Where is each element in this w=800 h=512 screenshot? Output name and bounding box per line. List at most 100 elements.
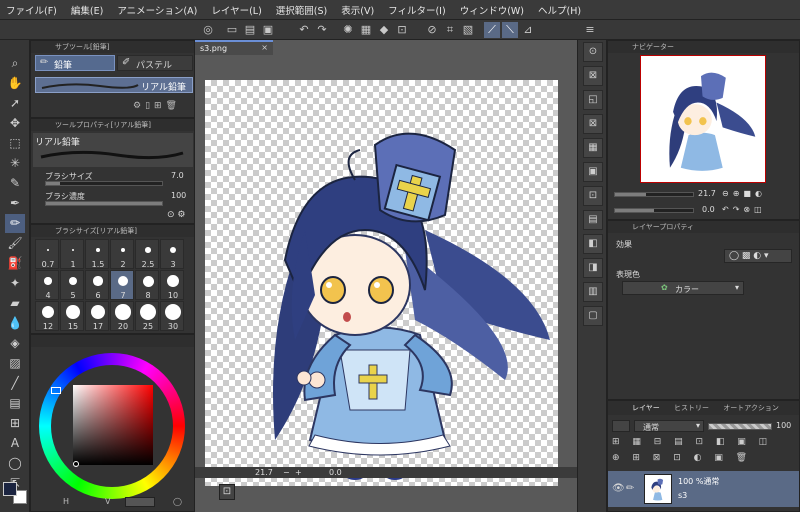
crop-icon[interactable]: ⌗ <box>442 22 458 38</box>
snap-grid-icon[interactable]: ⊿ <box>520 22 536 38</box>
brush-size-cell[interactable]: 1 <box>60 239 84 269</box>
color-controls[interactable]: H V ◯ <box>33 497 194 509</box>
brush-tool-icon[interactable]: 🖌 <box>5 234 25 253</box>
selection-tool-icon[interactable]: ⬚ <box>5 134 25 153</box>
open-file-icon[interactable]: ▤ <box>242 22 258 38</box>
panel-menu-icon[interactable]: ≡ <box>582 22 598 38</box>
transform-icon[interactable]: ⊡ <box>394 22 410 38</box>
zoom-in-icon[interactable]: + <box>295 468 302 477</box>
new-file-icon[interactable]: ▭ <box>224 22 240 38</box>
expression-color-select[interactable]: ✿ カラー ▾ <box>622 281 744 295</box>
tool-settings-icon[interactable]: ⊙ ⚙ <box>167 210 185 220</box>
document-tab[interactable]: s3.png × <box>195 40 273 55</box>
brush-size-cell[interactable]: 2 <box>110 239 134 269</box>
search-icon[interactable]: ⊙ <box>583 42 603 62</box>
brush-size-cell[interactable]: 1.5 <box>85 239 109 269</box>
saturation-value-square[interactable] <box>73 385 153 465</box>
decoration-tool-icon[interactable]: ✦ <box>5 274 25 293</box>
brush-size-cell[interactable]: 12 <box>35 301 59 331</box>
color-mode-icon[interactable]: ◯ <box>173 497 182 506</box>
pen-tool-icon[interactable]: ✒ <box>5 194 25 213</box>
navigator-angle-value[interactable]: 0.0 <box>702 205 715 214</box>
subtool-tab-pastel[interactable]: ✐ パステル <box>117 55 193 71</box>
angle-readout[interactable]: 0.0 <box>329 468 342 477</box>
brush-item-real-pencil[interactable]: リアル鉛筆 <box>35 77 193 93</box>
text-tool-icon[interactable]: A <box>5 434 25 453</box>
brush-size-cell[interactable]: 2.5 <box>135 239 159 269</box>
layer-toolbar[interactable]: ⊞ ▦ ⊟ ▤ ⊡ ◧ ▣ ◫ <box>612 437 796 451</box>
figure-tool-icon[interactable]: ╱ <box>5 374 25 393</box>
save-icon[interactable]: ▣ <box>260 22 276 38</box>
auto-select-tool-icon[interactable]: ✳ <box>5 154 25 173</box>
brush-size-cell[interactable]: 5 <box>60 270 84 300</box>
action-icon-6[interactable]: ⊡ <box>583 186 603 206</box>
brush-size-cell[interactable]: 20 <box>110 301 134 331</box>
tab-auto-action[interactable]: オートアクション <box>723 404 779 412</box>
airbrush-tool-icon[interactable]: ⛽ <box>5 254 25 273</box>
color-value-field[interactable] <box>125 497 155 507</box>
ruler-tool-icon[interactable]: ⊞ <box>5 414 25 433</box>
menu-edit[interactable]: 編集(E) <box>71 3 103 17</box>
brush-size-cell[interactable]: 6 <box>85 270 109 300</box>
opacity-slider[interactable] <box>708 423 772 430</box>
close-tab-icon[interactable]: × <box>261 43 268 52</box>
navigator-rotate-buttons[interactable]: ↶↷⊗◫ <box>722 205 766 214</box>
brush-size-cell[interactable]: 17 <box>85 301 109 331</box>
brush-density-value[interactable]: 100 <box>171 191 186 200</box>
action-icon-4[interactable]: ▦ <box>583 138 603 158</box>
layer-color-icon[interactable] <box>612 420 630 432</box>
menu-filter[interactable]: フィルター(I) <box>388 3 446 17</box>
brush-size-cell[interactable]: 7 <box>110 270 134 300</box>
menu-layer[interactable]: レイヤー(L) <box>211 3 261 17</box>
layer-row[interactable]: 👁 ✏ 100 %通常 s3 <box>608 471 799 507</box>
deselect-icon[interactable]: ⊘ <box>424 22 440 38</box>
navigator-rotate-slider[interactable] <box>614 208 694 213</box>
canvas-nav-icon[interactable]: ⊡ <box>219 484 235 500</box>
gradient-tool-icon[interactable]: ▨ <box>5 354 25 373</box>
undo-icon[interactable]: ↶ <box>296 22 312 38</box>
hsv-icon[interactable]: H <box>63 497 69 506</box>
brush-size-cell[interactable]: 30 <box>160 301 184 331</box>
hsv-value-icon[interactable]: V <box>105 497 110 506</box>
navigator-zoom-slider[interactable] <box>614 192 694 197</box>
brush-size-cell[interactable]: 4 <box>35 270 59 300</box>
erase-icon[interactable]: ▦ <box>358 22 374 38</box>
visibility-eye-icon[interactable]: 👁 <box>612 483 625 494</box>
menu-window[interactable]: ウィンドウ(W) <box>460 3 524 17</box>
effect-buttons[interactable]: ◯ ▩ ◐ ▾ <box>724 249 792 263</box>
fill-tool-icon[interactable]: ◈ <box>5 334 25 353</box>
tab-history[interactable]: ヒストリー <box>674 404 709 412</box>
brush-size-cell[interactable]: 8 <box>135 270 159 300</box>
navigator-zoom-value[interactable]: 21.7 <box>698 189 716 198</box>
blend-tool-icon[interactable]: 💧 <box>5 314 25 333</box>
zoom-out-icon[interactable]: − <box>283 468 290 477</box>
action-icon-9[interactable]: ◨ <box>583 258 603 278</box>
action-icon-8[interactable]: ◧ <box>583 234 603 254</box>
brush-size-cell[interactable]: 0.7 <box>35 239 59 269</box>
subtool-actions[interactable]: ⚙▯⊞🗑 <box>133 101 193 113</box>
pencil-tool-icon[interactable]: ✏ <box>5 214 25 233</box>
brush-size-value[interactable]: 7.0 <box>171 171 184 180</box>
redo-icon[interactable]: ↷ <box>314 22 330 38</box>
blend-mode-select[interactable]: 通常 ▾ <box>634 420 704 432</box>
snap-special-icon[interactable]: ⟍ <box>502 22 518 38</box>
frame-tool-icon[interactable]: ▤ <box>5 394 25 413</box>
menu-help[interactable]: ヘルプ(H) <box>538 3 581 17</box>
navigator-preview[interactable] <box>640 55 766 183</box>
brush-size-cell[interactable]: 15 <box>60 301 84 331</box>
action-icon-7[interactable]: ▤ <box>583 210 603 230</box>
balloon-tool-icon[interactable]: ◯ <box>5 454 25 473</box>
zoom-readout[interactable]: 21.7 <box>255 468 273 477</box>
menu-file[interactable]: ファイル(F) <box>6 3 57 17</box>
fill-icon[interactable]: ◆ <box>376 22 392 38</box>
color-marker[interactable] <box>73 461 79 467</box>
brush-size-cell[interactable]: 3 <box>160 239 184 269</box>
action-icon-3[interactable]: ⊠ <box>583 114 603 134</box>
layer-actions[interactable]: ⊕ ⊞ ⊠ ⊡ ◐ ▣ 🗑 <box>612 453 796 467</box>
menu-animation[interactable]: アニメーション(A) <box>117 3 197 17</box>
edit-pencil-icon[interactable]: ✏ <box>626 483 634 494</box>
tab-layer[interactable]: レイヤー <box>632 404 660 412</box>
subtool-tab-pencil[interactable]: ✏ 鉛筆 <box>35 55 115 71</box>
eyedropper-tool-icon[interactable]: ✎ <box>5 174 25 193</box>
menu-selection[interactable]: 選択範囲(S) <box>276 3 327 17</box>
